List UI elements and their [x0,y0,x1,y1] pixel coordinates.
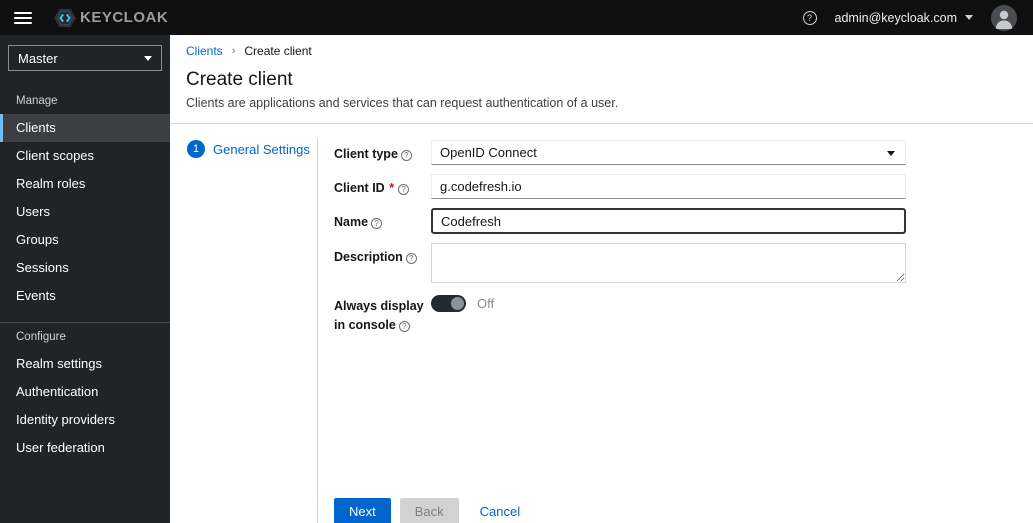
user-email: admin@keycloak.com [834,10,957,25]
chevron-down-icon [965,15,973,20]
wizard-step-general-settings[interactable]: 1 General Settings [187,140,317,158]
client-type-value: OpenID Connect [440,145,537,160]
keycloak-logo[interactable]: KEYCLOAK [54,8,168,28]
sidebar-item-authentication[interactable]: Authentication [0,378,170,406]
breadcrumb: Clients › Create client [186,44,1017,58]
avatar[interactable] [991,4,1017,31]
client-id-row: Client ID *? [334,174,906,199]
page-subtitle: Clients are applications and services th… [186,96,619,110]
required-asterisk: * [389,181,395,195]
chevron-down-icon [887,151,895,156]
brand-text: KEYCLOAK [80,9,169,26]
sidebar-item-identity-providers[interactable]: Identity providers [0,406,170,434]
sidebar-item-client-scopes[interactable]: Client scopes [0,142,170,170]
help-icon[interactable]: ? [802,10,817,25]
cancel-link[interactable]: Cancel [480,504,520,519]
sidebar-item-realm-roles[interactable]: Realm roles [0,170,170,198]
help-icon[interactable]: ? [371,218,383,229]
chevron-down-icon [144,55,152,61]
toggle-state-label: Off [477,296,495,311]
toggle-knob [451,297,464,310]
keycloak-hexagon-icon [54,8,76,27]
back-button[interactable]: Back [399,497,459,523]
sidebar-item-users[interactable]: Users [0,198,170,226]
description-label: Description? [334,243,431,283]
description-row: Description? [334,243,906,283]
wizard-actions: Next Back Cancel [334,497,906,523]
user-menu[interactable]: admin@keycloak.com [835,11,973,25]
top-bar: KEYCLOAK ? admin@keycloak.com [0,0,1033,35]
help-icon[interactable]: ? [405,253,417,264]
nav-section-configure: Configure [16,331,66,343]
sidebar-item-clients[interactable]: Clients [0,114,170,142]
sidebar-item-groups[interactable]: Groups [0,226,170,254]
always-display-toggle[interactable] [431,295,466,312]
client-id-label: Client ID *? [334,174,431,199]
realm-selector-value: Master [18,50,58,66]
name-row: Name? [334,208,906,234]
wizard-step-nav: 1 General Settings [170,138,317,523]
nav-section-manage: Manage [16,95,58,107]
hamburger-menu-icon[interactable] [14,11,32,24]
sidebar-item-events[interactable]: Events [0,282,170,310]
always-display-label: Always display in console? [334,299,424,332]
client-type-select[interactable]: OpenID Connect [431,140,906,165]
general-settings-form: Client type? OpenID Connect Client ID *? [317,138,906,523]
client-type-label: Client type? [334,140,431,165]
step-number-badge: 1 [187,140,205,158]
description-textarea[interactable] [431,243,906,283]
breadcrumb-current: Create client [244,44,312,58]
help-icon[interactable]: ? [400,150,412,161]
breadcrumb-clients-link[interactable]: Clients [186,44,223,58]
sidebar-item-user-federation[interactable]: User federation [0,434,170,462]
create-client-wizard: 1 General Settings Client type? OpenID C… [170,124,1033,523]
help-icon[interactable]: ? [398,184,410,195]
sidebar-item-sessions[interactable]: Sessions [0,254,170,282]
name-label: Name? [334,208,431,234]
client-id-input[interactable] [431,174,906,199]
breadcrumb-separator-icon: › [231,45,236,57]
page-title: Create client [186,69,293,90]
page-header: Clients › Create client Create client Cl… [170,35,1033,124]
main-content: Clients › Create client Create client Cl… [170,35,1033,523]
sidebar-item-realm-settings[interactable]: Realm settings [0,350,170,378]
realm-selector[interactable]: Master [8,45,162,71]
name-input[interactable] [431,208,906,234]
step-label: General Settings [213,141,310,157]
help-icon[interactable]: ? [398,320,410,332]
client-type-row: Client type? OpenID Connect [334,140,906,165]
person-icon [995,10,1013,29]
next-button[interactable]: Next [334,497,391,523]
always-display-row: Always display in console? Off [334,292,906,335]
sidebar: Master Manage Clients Client scopes Real… [0,35,170,523]
